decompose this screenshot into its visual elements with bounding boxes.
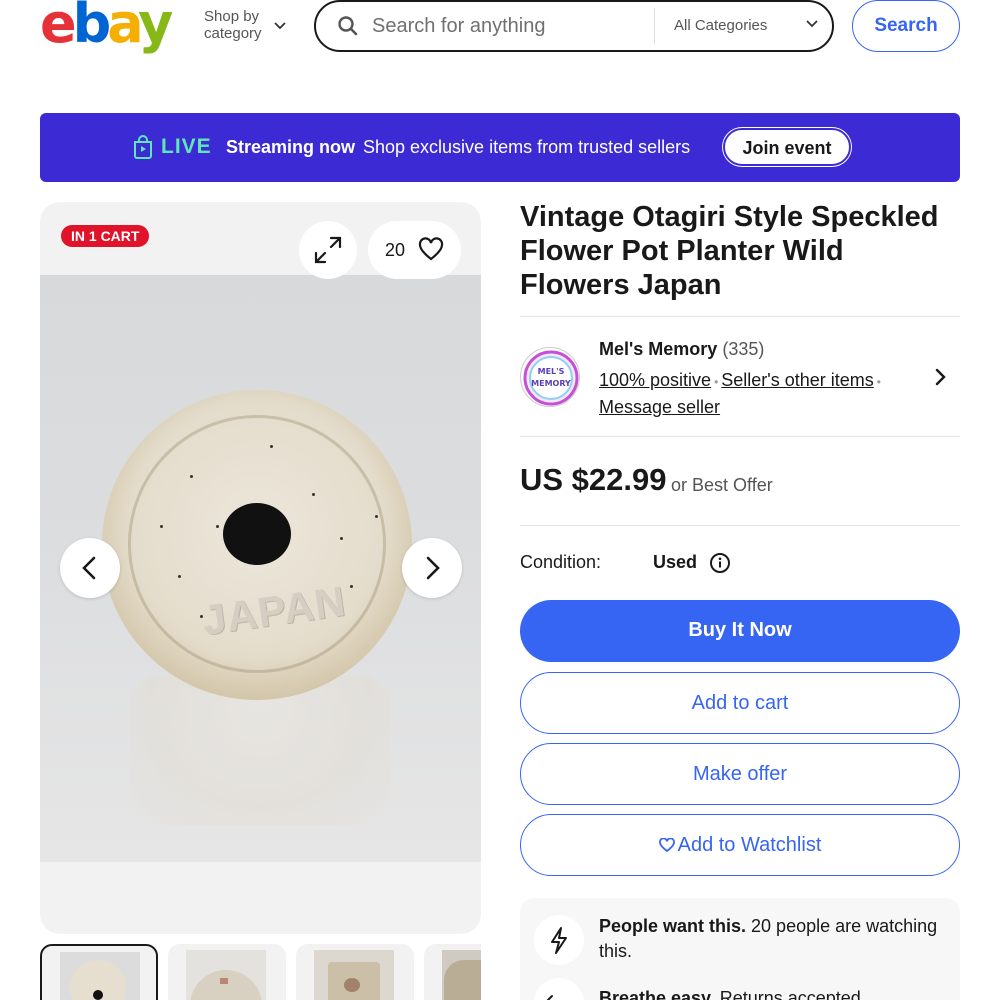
thumb-hole	[93, 990, 103, 1000]
message-seller-link[interactable]: Message seller	[599, 397, 720, 417]
price: US $22.99	[520, 462, 667, 497]
thumbnail-strip	[40, 944, 481, 1000]
chevron-left-icon	[82, 556, 96, 580]
thumb-pot	[444, 960, 481, 1000]
best-offer-text: or Best Offer	[671, 475, 773, 495]
heart-icon	[658, 816, 675, 853]
expand-image-button[interactable]	[299, 221, 357, 279]
speck	[375, 515, 378, 518]
seller-name-row[interactable]: Mel's Memory (335)	[599, 339, 764, 360]
condition-label: Condition:	[520, 552, 602, 572]
chevron-down-icon	[806, 16, 818, 31]
add-to-watchlist-button[interactable]: Add to Watchlist	[520, 814, 960, 876]
thumb-flower	[220, 978, 228, 984]
thumbnail-2[interactable]	[168, 944, 286, 1000]
thumbnail-4[interactable]	[424, 944, 481, 1000]
divider	[520, 436, 960, 437]
separator-dot: •	[714, 375, 719, 389]
sellers-other-items-link[interactable]: Seller's other items	[721, 370, 874, 390]
thumbnail-3[interactable]	[296, 944, 414, 1000]
next-image-button[interactable]	[402, 538, 462, 598]
shop-by-category-button[interactable]: Shop by category	[204, 8, 286, 42]
thumbnail-image	[60, 952, 140, 1000]
watchlist-label: Add to Watchlist	[677, 834, 822, 856]
people-want-this-text: People want this. 20 people are watching…	[599, 916, 938, 961]
speck	[340, 537, 343, 540]
speck	[270, 445, 273, 448]
lightning-icon	[534, 915, 584, 965]
returns-icon	[534, 978, 584, 1000]
chevron-right-icon[interactable]	[930, 362, 952, 392]
divider	[520, 525, 960, 526]
svg-text:MEL'S: MEL'S	[538, 367, 565, 376]
watch-count-button[interactable]: 20	[368, 221, 461, 279]
live-banner-message: Shop exclusive items from trusted seller…	[363, 137, 691, 157]
speck	[200, 615, 203, 618]
chevron-right-icon	[426, 556, 440, 580]
returns-text: Breathe easy. Returns accepted.	[599, 988, 866, 1000]
thumbnail-1[interactable]	[40, 944, 158, 1000]
buying-signals-panel: People want this. 20 people are watching…	[520, 898, 960, 1000]
heart-icon	[418, 237, 444, 263]
search-button[interactable]: Search	[852, 0, 960, 52]
thumbnail-image	[186, 950, 266, 1000]
speck	[312, 493, 315, 496]
search-bar: Search for anything All Categories	[314, 0, 834, 52]
svg-text:MEMORY: MEMORY	[531, 379, 571, 388]
expand-icon	[314, 236, 342, 264]
speck	[160, 525, 163, 528]
search-icon	[336, 14, 360, 38]
thumb-flower	[344, 978, 360, 992]
speck	[216, 525, 219, 528]
watch-count: 20	[385, 240, 406, 260]
thumbnail-image	[314, 950, 394, 1000]
separator-dot: •	[876, 375, 881, 389]
add-to-cart-button[interactable]: Add to cart	[520, 672, 960, 734]
image-gallery: JAPAN IN 1 CART 20	[40, 202, 481, 934]
divider	[520, 316, 960, 317]
seller-name: Mel's Memory	[599, 339, 718, 359]
shop-by-line2: category	[204, 25, 262, 42]
thumbnail-image	[442, 950, 481, 1000]
info-icon[interactable]	[709, 552, 731, 574]
previous-image-button[interactable]	[60, 538, 120, 598]
in-cart-badge: IN 1 CART	[61, 225, 150, 247]
speck	[350, 585, 353, 588]
live-shopping-bag-icon	[132, 135, 154, 159]
condition-value: Used	[653, 552, 698, 572]
seller-links: 100% positive • Seller's other items • Mess…	[599, 368, 919, 420]
positive-feedback-link[interactable]: 100% positive	[599, 370, 711, 390]
ebay-logo[interactable]: ebay	[40, 0, 173, 54]
live-label: LIVE	[161, 135, 212, 158]
speck	[190, 475, 193, 478]
streaming-now-text: Streaming now	[226, 137, 356, 157]
seller-avatar[interactable]: MEL'S MEMORY	[520, 347, 580, 407]
header: ebay Shop by category Search for anythin…	[0, 0, 1000, 60]
make-offer-button[interactable]: Make offer	[520, 743, 960, 805]
search-divider	[654, 8, 655, 44]
buy-it-now-button[interactable]: Buy It Now	[520, 600, 960, 662]
thumb-pot	[190, 970, 262, 1000]
seller-feedback-count: (335)	[722, 339, 765, 359]
join-event-button[interactable]: Join event	[723, 128, 851, 166]
listing-title: Vintage Otagiri Style Speckled Flower Po…	[520, 201, 939, 301]
chevron-down-icon	[274, 18, 286, 35]
speck	[178, 575, 181, 578]
search-input[interactable]: Search for anything	[372, 15, 545, 38]
seller-logo: MEL'S MEMORY	[523, 350, 579, 406]
shop-by-line1: Shop by	[204, 8, 260, 25]
drainage-hole	[223, 503, 291, 565]
live-event-banner[interactable]: LIVE Streaming now Shop exclusive items …	[40, 113, 960, 182]
category-select[interactable]: All Categories	[674, 17, 767, 34]
